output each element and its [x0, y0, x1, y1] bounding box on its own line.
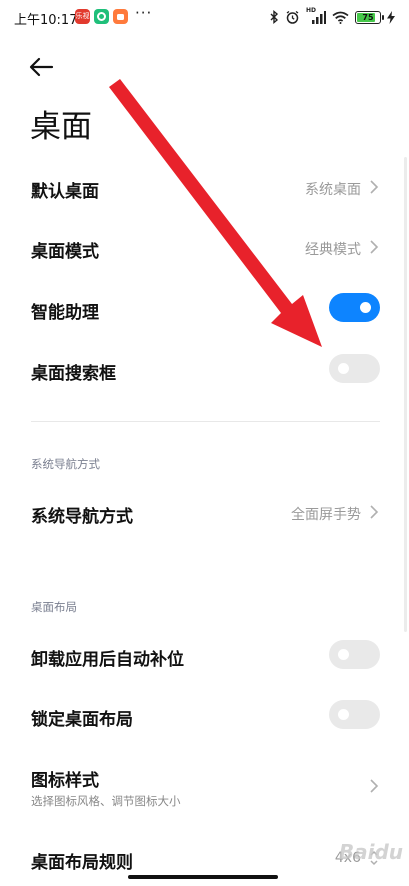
baidu-watermark: Baidu — [338, 840, 403, 864]
section-title-layout: 桌面布局 — [31, 600, 77, 614]
status-bar: 上午10:17 乐视 ··· HD 75 — [0, 0, 409, 36]
setting-label: 卸载应用后自动补位 — [31, 650, 184, 670]
setting-label: 智能助理 — [31, 303, 99, 323]
chevron-right-icon — [370, 505, 379, 519]
setting-label: 默认桌面 — [31, 182, 99, 202]
setting-label: 图标样式 — [31, 771, 99, 791]
setting-label: 桌面布局规则 — [31, 853, 133, 873]
section-title-navigation: 系统导航方式 — [31, 457, 100, 471]
status-right: HD 75 — [270, 7, 395, 25]
signal-icon: HD — [306, 7, 326, 24]
more-notifications-icon: ··· — [135, 4, 153, 22]
setting-desktop-mode[interactable]: 桌面模式 经典模式 — [0, 221, 409, 275]
auto-fill-toggle[interactable] — [329, 640, 380, 669]
network-type: HD — [306, 7, 317, 14]
battery-icon: 75 — [355, 10, 384, 24]
setting-default-desktop[interactable]: 默认桌面 系统桌面 — [0, 160, 409, 214]
setting-value: 经典模式 — [305, 242, 361, 258]
toggle-knob — [338, 649, 349, 660]
desktop-search-bar-toggle[interactable] — [329, 354, 380, 383]
status-time: 上午10:17 — [14, 13, 78, 28]
alarm-icon — [286, 10, 299, 24]
battery-level: 75 — [362, 12, 374, 22]
setting-lock-layout: 锁定桌面布局 — [0, 688, 409, 742]
setting-desktop-search-bar: 桌面搜索框 — [0, 342, 409, 396]
setting-auto-fill: 卸载应用后自动补位 — [0, 628, 409, 682]
home-indicator[interactable] — [128, 875, 278, 879]
setting-subtitle: 选择图标风格、调节图标大小 — [31, 794, 181, 808]
page-title: 桌面 — [30, 109, 92, 145]
green-app-icon — [94, 9, 109, 24]
charging-icon — [387, 10, 395, 24]
smart-assistant-toggle[interactable] — [329, 293, 380, 322]
setting-icon-style[interactable]: 图标样式 选择图标风格、调节图标大小 — [0, 755, 409, 815]
setting-label: 系统导航方式 — [31, 507, 133, 527]
chevron-right-icon — [370, 240, 379, 254]
back-arrow-icon[interactable] — [26, 52, 58, 82]
divider — [31, 421, 380, 422]
setting-value: 系统桌面 — [305, 182, 361, 198]
bluetooth-icon — [270, 10, 279, 24]
setting-value: 全面屏手势 — [291, 507, 361, 523]
chevron-right-icon — [370, 779, 379, 793]
wifi-icon — [332, 11, 349, 24]
toggle-knob — [360, 302, 371, 313]
setting-navigation-method[interactable]: 系统导航方式 全面屏手势 — [0, 485, 409, 539]
lock-layout-toggle[interactable] — [329, 700, 380, 729]
orange-app-icon — [113, 9, 128, 24]
setting-label: 锁定桌面布局 — [31, 710, 133, 730]
chevron-right-icon — [370, 180, 379, 194]
toggle-knob — [338, 363, 349, 374]
red-app-icon: 乐视 — [75, 9, 90, 24]
setting-label: 桌面模式 — [31, 242, 99, 262]
setting-smart-assistant: 智能助理 — [0, 281, 409, 335]
toggle-knob — [338, 709, 349, 720]
setting-label: 桌面搜索框 — [31, 364, 116, 384]
